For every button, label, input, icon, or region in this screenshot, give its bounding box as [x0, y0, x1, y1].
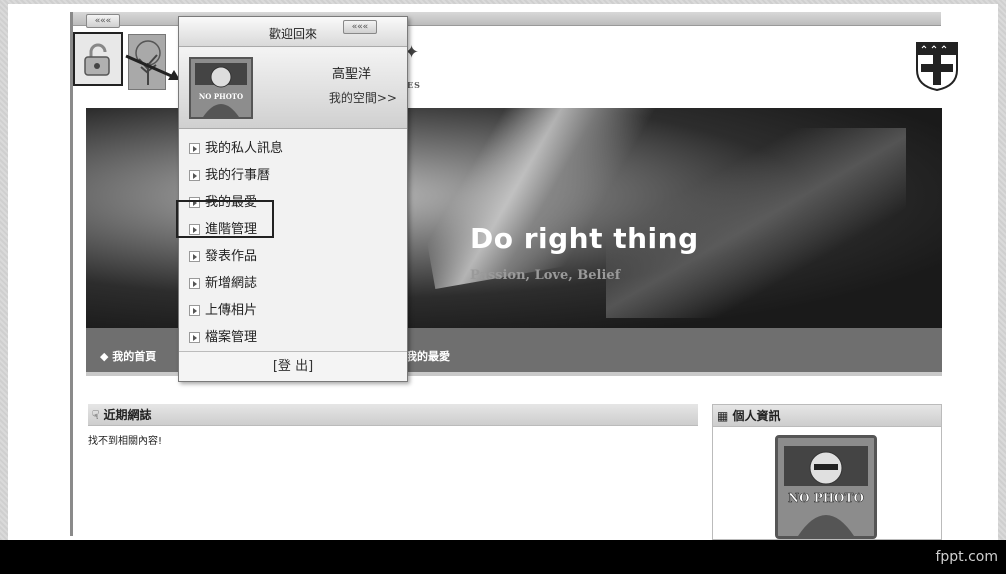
menu-item-calendar[interactable]: 我的行事曆: [179, 162, 407, 189]
menu-item-label: 我的行事曆: [205, 168, 271, 183]
user-dropdown-menu: 歡迎回來 ««« NO PHOTO 高聖洋 我的空間>> 我的私人訊息 我的行事…: [178, 16, 408, 382]
login-toggle[interactable]: [73, 32, 123, 86]
welcome-text: 歡迎回來: [268, 27, 317, 41]
menu-item-new-blog[interactable]: 新增網誌: [179, 270, 407, 297]
bullet-icon: [189, 251, 200, 262]
menu-item-upload-photo[interactable]: 上傳相片: [179, 297, 407, 324]
unlock-icon: [84, 43, 110, 76]
school-logo-text: ES: [407, 80, 421, 90]
bullet-icon: [189, 143, 200, 154]
footer-brand: fppt.com: [935, 549, 998, 565]
left-rail: [70, 12, 73, 536]
menu-item-label: 上傳相片: [205, 303, 258, 318]
banner-title: Do right thing: [470, 222, 699, 255]
school-emblem-icon: [916, 42, 958, 92]
nav-home[interactable]: ◆ 我的首頁: [100, 348, 156, 364]
user-avatar: NO PHOTO: [189, 57, 253, 119]
bullet-icon: [189, 278, 200, 289]
dropdown-collapse-button[interactable]: «««: [343, 20, 377, 34]
menu-item-label: 我的私人訊息: [205, 141, 284, 156]
bullet-icon: [189, 332, 200, 343]
banner-subtitle: Passion, Love, Belief: [470, 268, 621, 283]
my-space-link[interactable]: 我的空間>>: [329, 89, 397, 106]
personal-info-panel: ▦ 個人資訊 NO PHOTO: [712, 404, 942, 540]
no-photo-icon: NO PHOTO: [778, 438, 874, 536]
menu-item-publish[interactable]: 發表作品: [179, 243, 407, 270]
menu-item-messages[interactable]: 我的私人訊息: [179, 135, 407, 162]
no-photo-avatar-icon: NO PHOTO: [191, 59, 251, 117]
menu-item-file-manager[interactable]: 檔案管理: [179, 324, 407, 351]
menu-item-label: 發表作品: [205, 249, 258, 264]
dropdown-menu-list: 我的私人訊息 我的行事曆 我的最愛 進階管理 發表作品 新增網誌 上傳相片 檔案…: [179, 135, 407, 351]
recent-blog-title: 近期網誌: [103, 408, 152, 422]
user-name: 高聖洋: [331, 67, 371, 82]
nav-favorites[interactable]: 我的最愛: [406, 348, 450, 364]
no-photo-label: NO PHOTO: [788, 491, 864, 505]
blog-empty-message: 找不到相關內容!: [88, 436, 163, 447]
personal-info-header: ▦ 個人資訊: [713, 405, 941, 427]
logout-button[interactable]: [登 出]: [179, 351, 407, 381]
bullet-icon: [189, 305, 200, 316]
menu-item-label: 檔案管理: [205, 330, 258, 345]
blog-icon: ☟: [92, 408, 104, 422]
collapse-button[interactable]: «««: [86, 14, 120, 28]
personal-info-title: 個人資訊: [732, 409, 781, 423]
footer-bar: fppt.com: [0, 540, 1006, 574]
recent-blog-header: ☟ 近期網誌: [88, 404, 698, 426]
avatar-label: NO PHOTO: [199, 92, 243, 101]
pointer-arrow-icon: [125, 54, 180, 80]
highlight-advanced: [176, 200, 274, 238]
user-summary: NO PHOTO 高聖洋 我的空間>>: [179, 49, 407, 129]
no-photo-avatar: NO PHOTO: [775, 435, 877, 539]
calendar-icon: ▦: [717, 409, 733, 423]
menu-item-label: 新增網誌: [205, 276, 258, 291]
bullet-icon: [189, 170, 200, 181]
